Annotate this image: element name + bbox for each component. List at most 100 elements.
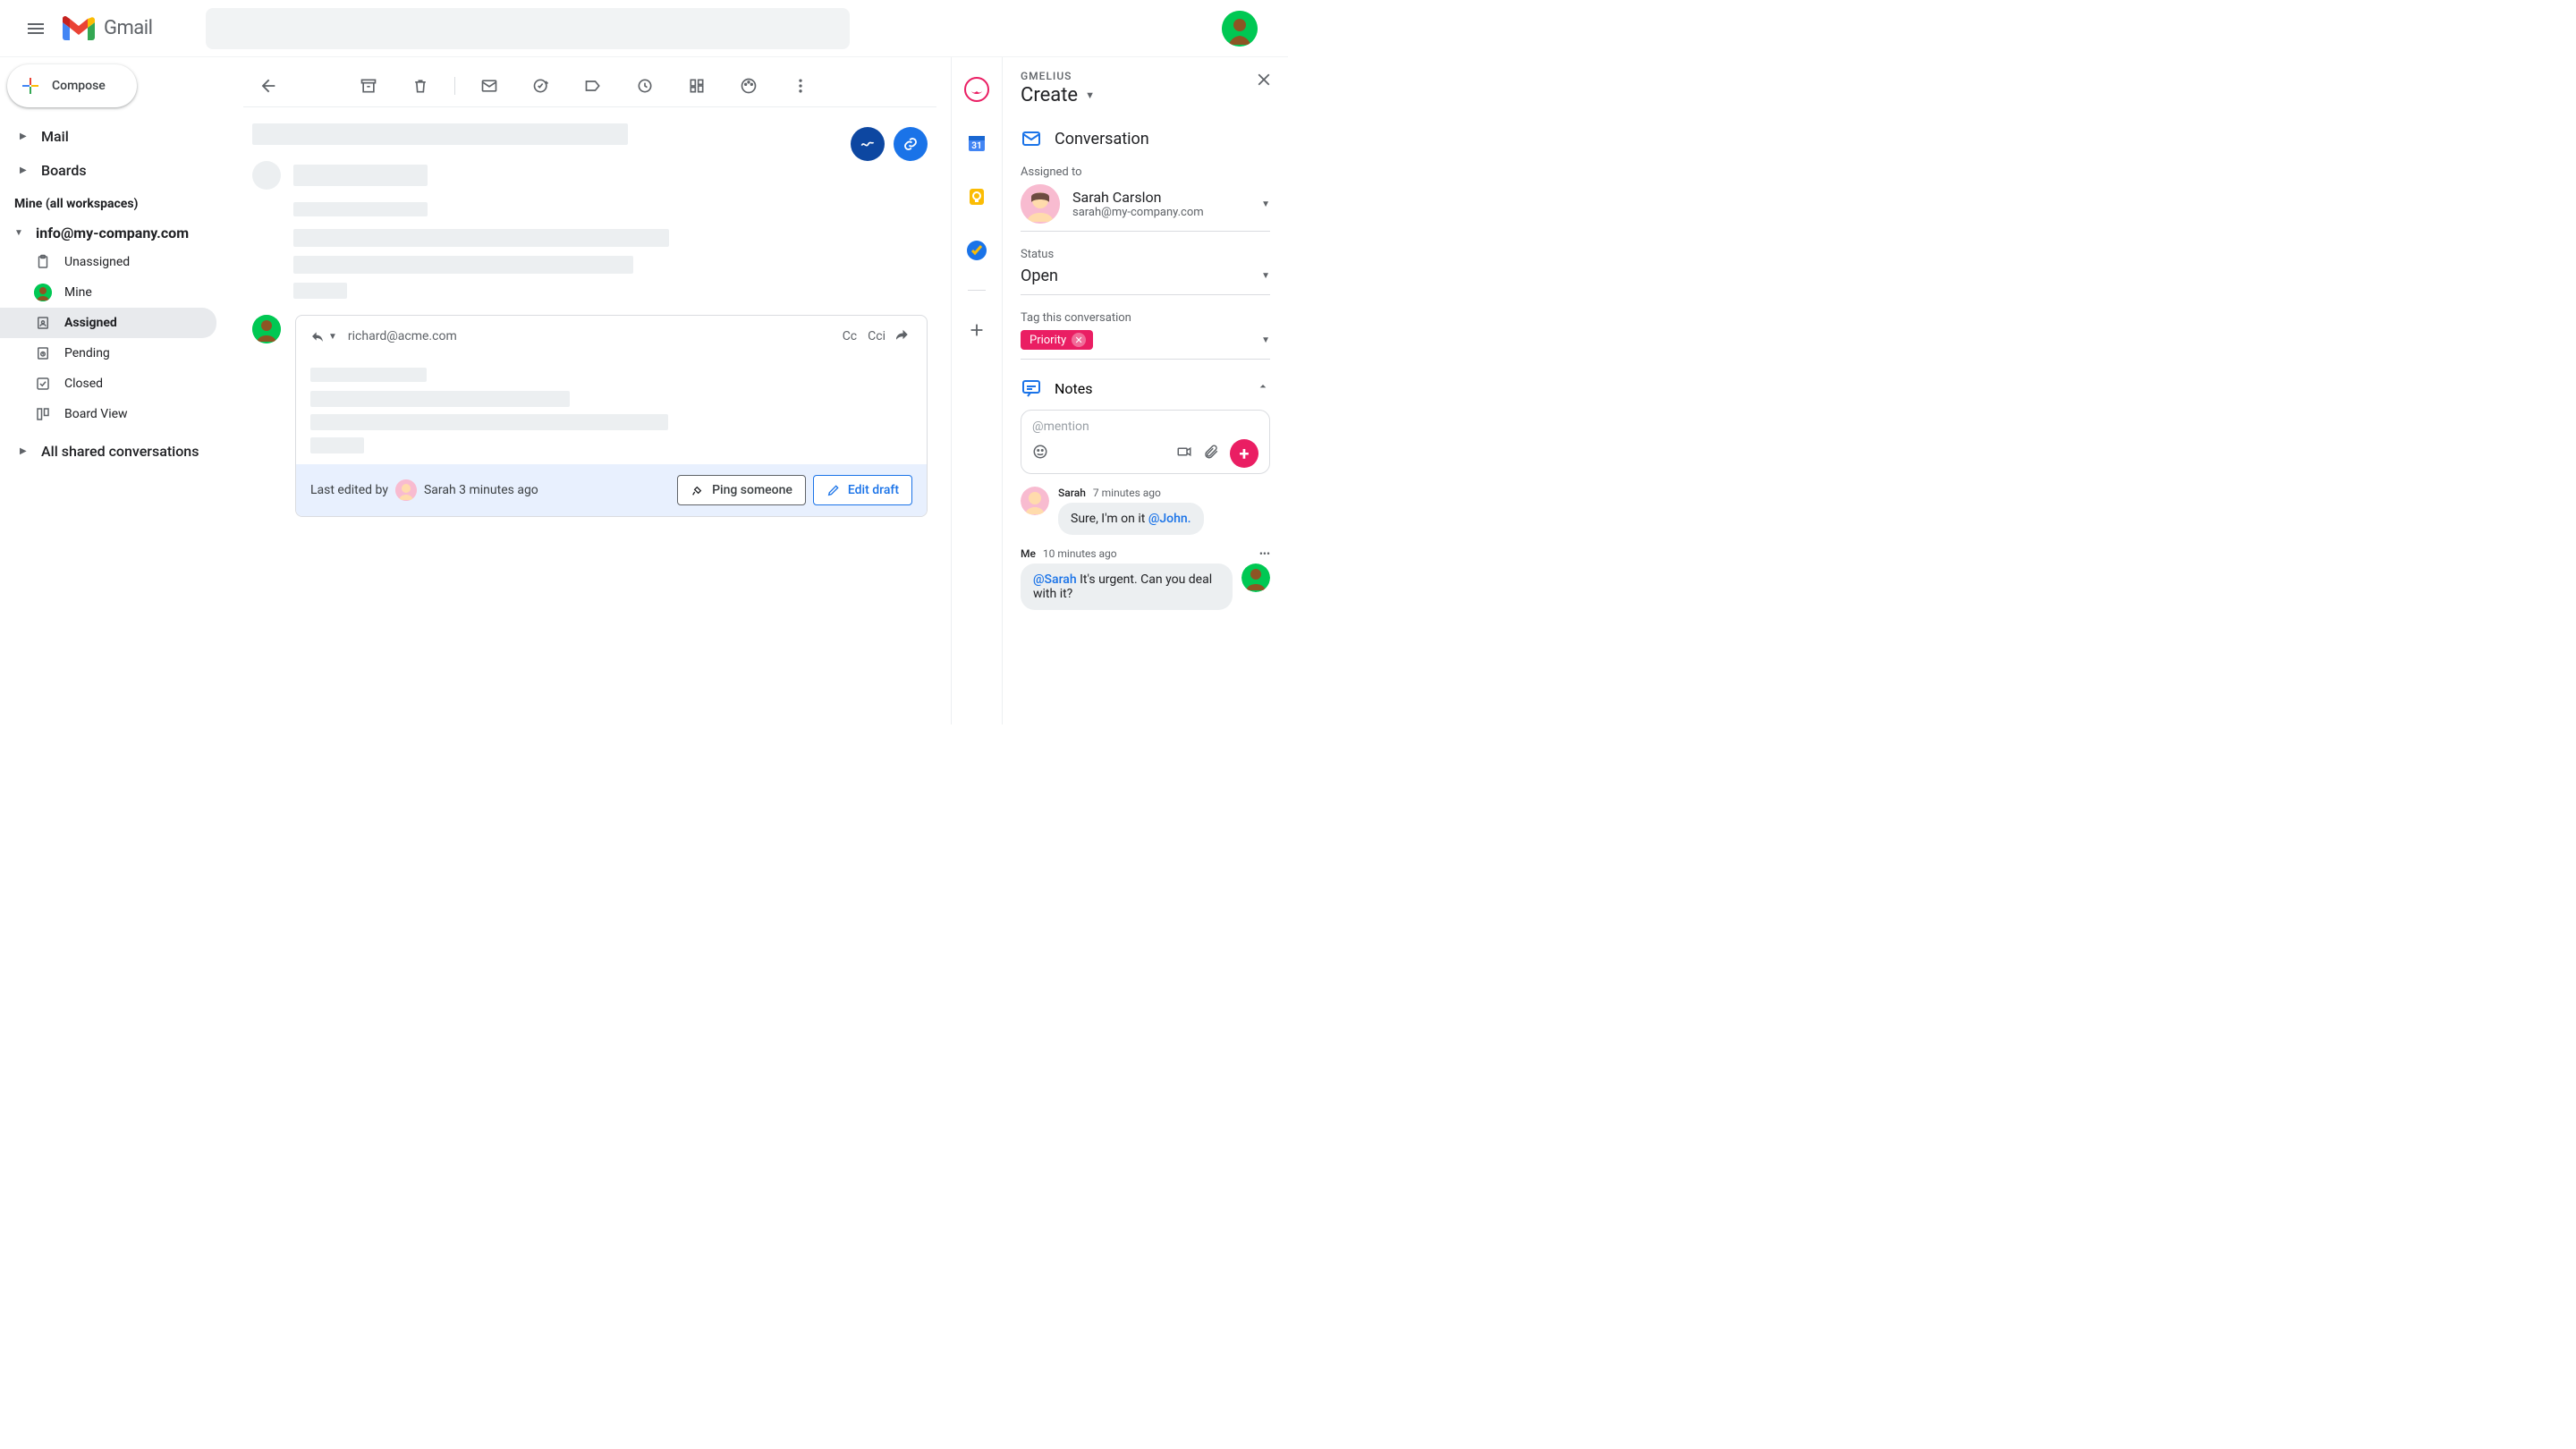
keep-addon-icon[interactable] <box>959 179 995 215</box>
edit-draft-button[interactable]: Edit draft <box>813 475 912 505</box>
chevron-right-icon: ▶ <box>20 131 30 141</box>
check-box-icon <box>34 375 52 393</box>
sidebar-item-label: Board View <box>64 407 128 421</box>
chevron-down-icon: ▼ <box>1085 89 1095 101</box>
attach-button[interactable] <box>1203 444 1219 463</box>
archive-button[interactable] <box>351 68 386 104</box>
status-dropdown[interactable]: Open ▼ <box>1021 267 1270 295</box>
nav-mail[interactable]: ▶ Mail <box>0 122 216 150</box>
emoji-button[interactable] <box>1032 444 1048 463</box>
compose-body[interactable] <box>296 357 927 464</box>
assignee-email: sarah@my-company.com <box>1072 206 1204 219</box>
sidebar-item-label: Pending <box>64 346 110 360</box>
mark-unread-button[interactable] <box>471 68 507 104</box>
label-button[interactable] <box>575 68 611 104</box>
board-button[interactable] <box>679 68 715 104</box>
reply-dropdown[interactable]: ▼ <box>310 329 337 343</box>
tag-chip-priority: Priority ✕ <box>1021 330 1093 350</box>
sidebar-item-assigned[interactable]: Assigned <box>0 308 216 338</box>
mine-header: Mine (all workspaces) <box>0 190 229 218</box>
notes-section-header: Notes <box>1021 377 1270 399</box>
panel-brand: GMELIUS <box>1021 70 1270 82</box>
compose-button[interactable]: Compose <box>7 64 137 107</box>
add-task-button[interactable] <box>523 68 559 104</box>
chat-icon <box>1021 377 1042 399</box>
sidebar-item-board-view[interactable]: Board View <box>0 399 216 429</box>
body-placeholder <box>293 202 428 216</box>
note-bubble: Sure, I'm on it @John. <box>1058 503 1204 535</box>
note-input[interactable]: @mention + <box>1021 410 1270 474</box>
note-meta: Sarah 7 minutes ago <box>1058 487 1204 499</box>
workspace-toggle[interactable]: ▼ info@my-company.com <box>0 218 216 247</box>
note-item: Sarah 7 minutes ago Sure, I'm on it @Joh… <box>1021 487 1270 535</box>
gmelius-addon-icon[interactable] <box>959 72 995 107</box>
toolbar <box>243 64 936 107</box>
body-placeholder <box>293 256 633 274</box>
reply-all-icon[interactable] <box>896 326 912 346</box>
subject-placeholder <box>252 123 628 145</box>
remove-tag-button[interactable]: ✕ <box>1072 333 1086 347</box>
note-time: 10 minutes ago <box>1043 547 1117 560</box>
create-label: Create <box>1021 84 1078 106</box>
compose-footer: Last edited by Sarah 3 minutes ago Ping … <box>296 464 927 516</box>
wave-icon <box>691 483 705 497</box>
create-dropdown[interactable]: Create ▼ <box>1021 84 1270 106</box>
note-placeholder: @mention <box>1032 419 1258 434</box>
ping-button[interactable]: Ping someone <box>677 475 806 505</box>
status-value: Open <box>1021 267 1058 285</box>
notes-label: Notes <box>1055 380 1093 397</box>
search-container <box>206 8 850 49</box>
compose-to[interactable]: richard@acme.com <box>348 329 457 343</box>
search-input[interactable] <box>206 8 850 49</box>
note-menu-button[interactable]: ••• <box>1259 547 1270 560</box>
chevron-right-icon: ▶ <box>20 446 30 456</box>
board-icon <box>34 405 52 423</box>
sidebar-item-closed[interactable]: Closed <box>0 369 216 399</box>
assignment-icon <box>34 314 52 332</box>
chevron-down-icon: ▼ <box>1261 335 1270 345</box>
divider <box>968 290 986 291</box>
delete-button[interactable] <box>402 68 438 104</box>
my-avatar <box>252 315 281 343</box>
footer-prefix: Last edited by <box>310 483 388 497</box>
nav-shared[interactable]: ▶ All shared conversations <box>0 436 216 465</box>
message-area: ▼ richard@acme.com Cc Cci <box>243 107 936 517</box>
note-bubble: @Sarah It's urgent. Can you deal with it… <box>1021 564 1233 610</box>
cci-button[interactable]: Cci <box>868 329 886 343</box>
note-mention: @John. <box>1148 512 1191 526</box>
workspace-email: info@my-company.com <box>36 225 189 242</box>
footer-name: Sarah 3 minutes ago <box>424 483 538 497</box>
main-menu-button[interactable] <box>14 7 57 50</box>
tag-dropdown[interactable]: Priority ✕ ▼ <box>1021 330 1270 360</box>
sidebar-item-unassigned[interactable]: Unassigned <box>0 247 216 277</box>
sidebar-item-pending[interactable]: Pending <box>0 338 216 369</box>
integration-link-icon[interactable] <box>894 127 928 161</box>
tasks-addon-icon[interactable] <box>959 233 995 268</box>
video-button[interactable] <box>1176 444 1192 463</box>
plus-icon <box>20 75 41 97</box>
add-addon-button[interactable] <box>959 312 995 348</box>
ping-label: Ping someone <box>712 483 792 497</box>
collapse-notes-button[interactable] <box>1256 379 1270 397</box>
assignee-dropdown[interactable]: Sarah Carslon sarah@my-company.com ▼ <box>1021 184 1270 232</box>
cc-button[interactable]: Cc <box>843 329 857 343</box>
palette-button[interactable] <box>731 68 767 104</box>
body-placeholder <box>293 229 669 247</box>
integration-wave-icon[interactable] <box>851 127 885 161</box>
back-button[interactable] <box>250 68 286 104</box>
sidebar: Compose ▶ Mail ▶ Boards Mine (all worksp… <box>0 57 229 724</box>
nav-boards[interactable]: ▶ Boards <box>0 156 216 184</box>
sidebar-item-label: Assigned <box>64 316 117 330</box>
edit-label: Edit draft <box>848 483 899 497</box>
product-name: Gmail <box>104 17 152 39</box>
calendar-addon-icon[interactable]: 31 <box>959 125 995 161</box>
snooze-button[interactable] <box>627 68 663 104</box>
send-note-button[interactable]: + <box>1230 439 1258 468</box>
sidebar-item-mine[interactable]: Mine <box>0 277 216 308</box>
tag-label: Tag this conversation <box>1021 311 1270 325</box>
more-button[interactable] <box>783 68 818 104</box>
compose-card: ▼ richard@acme.com Cc Cci <box>295 315 928 517</box>
avatar-icon <box>34 284 52 301</box>
close-panel-button[interactable] <box>1254 70 1274 93</box>
account-avatar[interactable] <box>1222 11 1258 47</box>
